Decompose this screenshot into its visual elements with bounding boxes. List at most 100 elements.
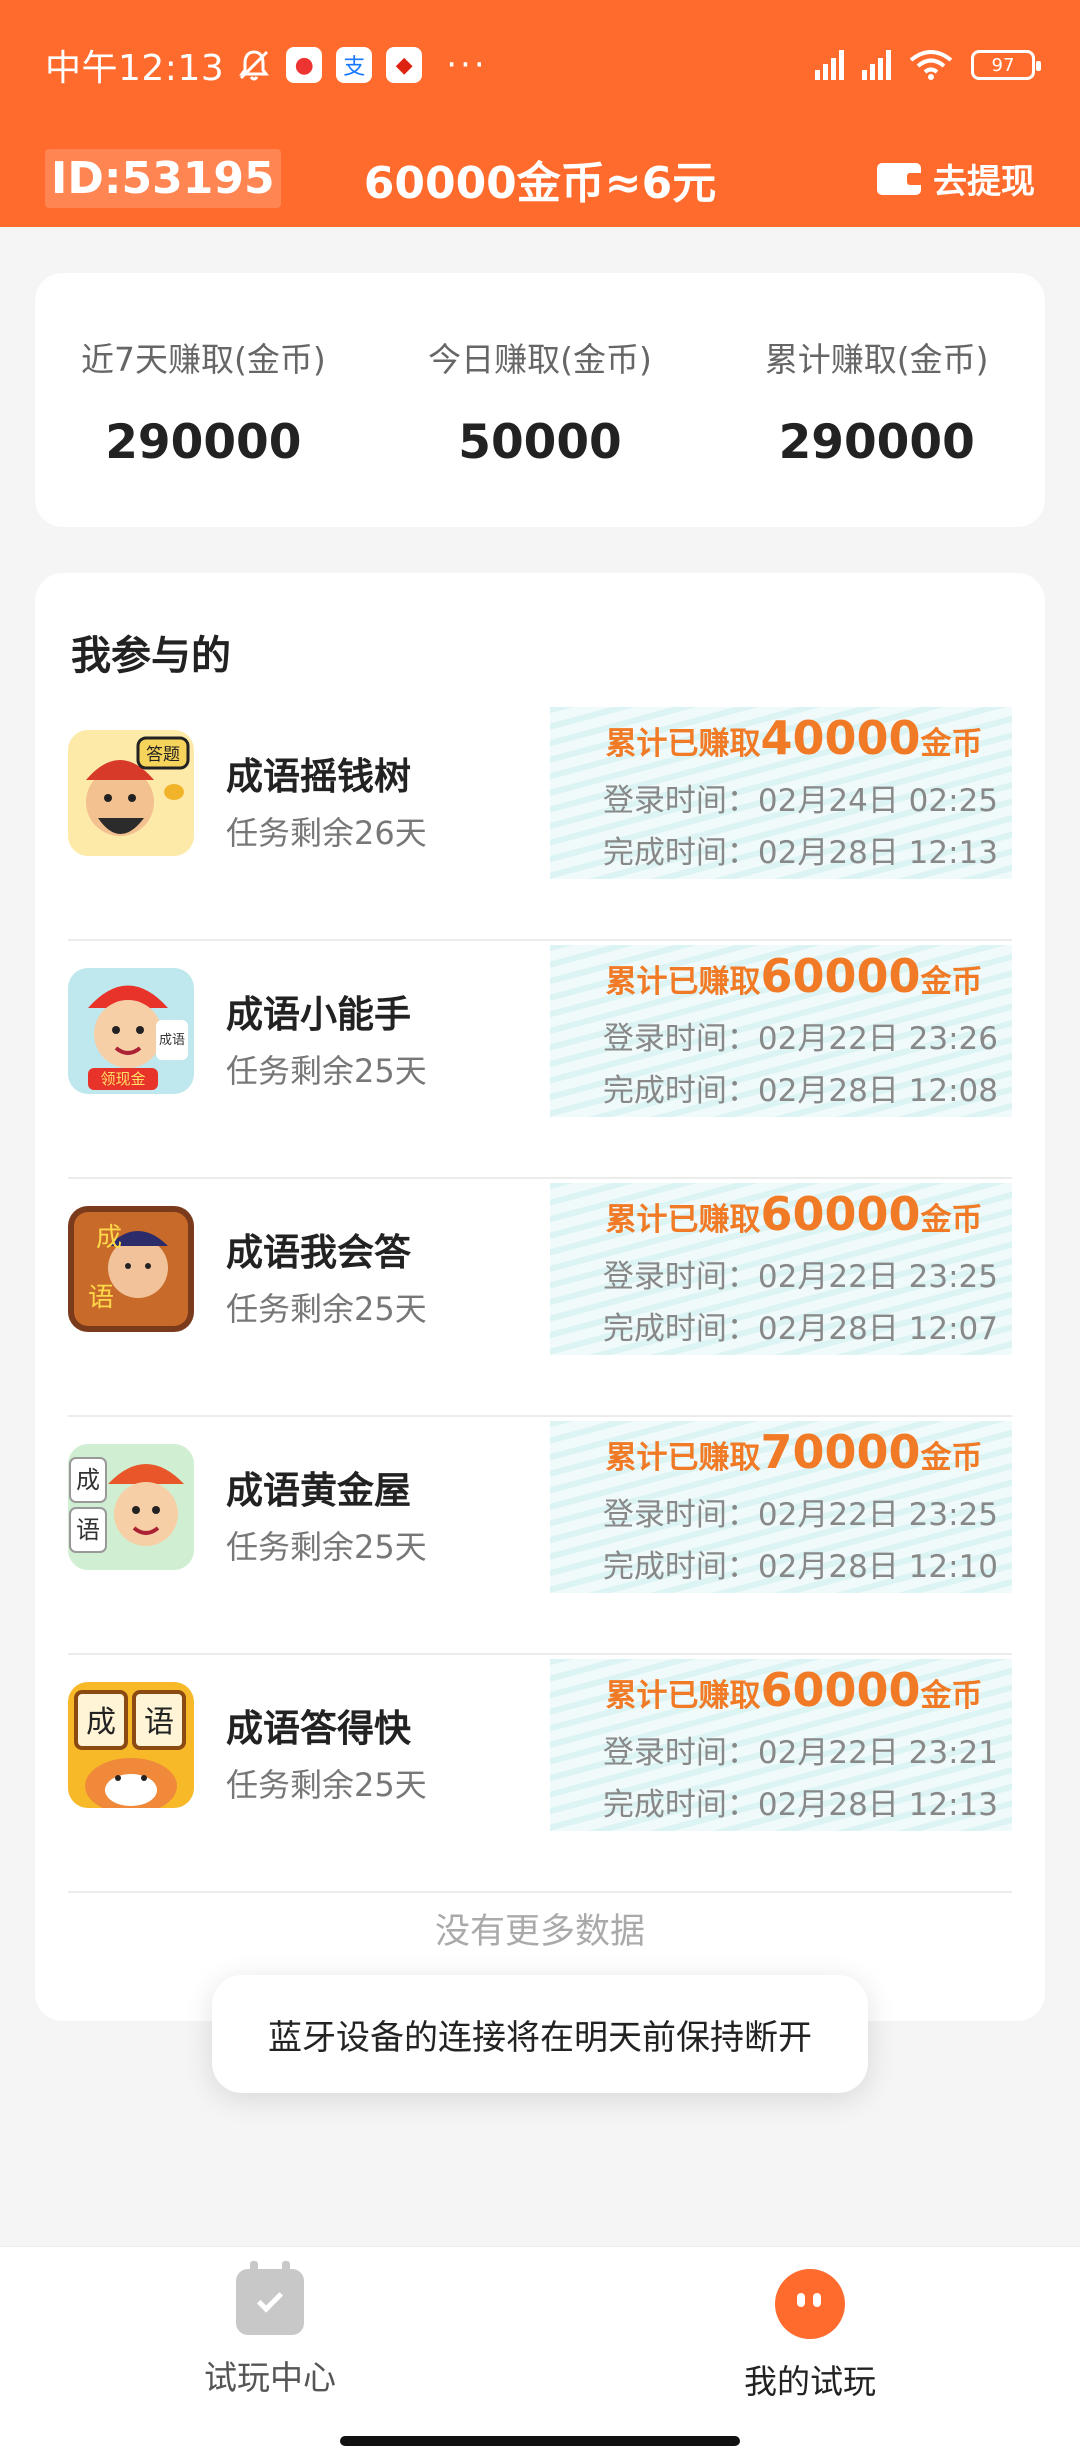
participated-list-card: 我参与的 答题 成语摇钱树 任务剩余26天 累计已赚取40000金币 登录时间：… [35, 573, 1045, 2021]
earn-suffix: 金币 [920, 1202, 983, 1238]
mascot-face-icon [775, 2269, 845, 2339]
login-time: 登录时间：02月22日 23:26 [602, 1021, 998, 1057]
earn-info: 累计已赚取60000金币 登录时间：02月22日 23:21 完成时间：02月2… [550, 1659, 1012, 1831]
status-bar: 中午12:13 ● 支 ◆ ··· 97 [0, 0, 1080, 130]
list-title: 我参与的 [71, 633, 231, 679]
calendar-check-icon [236, 2261, 304, 2335]
svg-text:成: 成 [86, 1705, 116, 1740]
wallet-icon [877, 162, 923, 195]
earn-prefix: 累计已赚取 [605, 964, 761, 1000]
game-name: 成语我会答 [226, 1231, 411, 1274]
bottom-nav: 试玩中心 我的试玩 [0, 2246, 1080, 2420]
game-icon-i-can-answer: 成 语 [68, 1206, 194, 1332]
signal-1-icon [815, 50, 844, 80]
game-icon-little-expert: 领现金 成语 [68, 968, 194, 1094]
earn-suffix: 金币 [920, 726, 983, 762]
svg-text:答题: 答题 [146, 745, 180, 765]
signal-2-icon [862, 50, 891, 80]
complete-time: 完成时间：02月28日 12:13 [602, 835, 998, 871]
nav-label: 试玩中心 [204, 2358, 336, 2397]
earn-suffix: 金币 [920, 964, 983, 1000]
stat-value: 290000 [105, 415, 302, 470]
system-icons: 97 [815, 50, 1041, 80]
list-item[interactable]: 领现金 成语 成语小能手 任务剩余25天 累计已赚取60000金币 登录时间：0… [68, 941, 1012, 1179]
earnings-stats-card: 近7天赚取(金币) 290000 今日赚取(金币) 50000 累计赚取(金币)… [35, 273, 1045, 527]
game-remaining-days: 任务剩余25天 [226, 1290, 427, 1328]
earn-amount: 60000 [760, 949, 921, 1003]
wifi-icon [909, 50, 953, 80]
stat-value: 290000 [778, 415, 975, 470]
svg-text:领现金: 领现金 [100, 1070, 145, 1088]
toast-message: 蓝牙设备的连接将在明天前保持断开 [212, 1975, 868, 2093]
game-remaining-days: 任务剩余25天 [226, 1052, 427, 1090]
map-app-icon: ● [286, 47, 323, 83]
earn-summary: 累计已赚取60000金币 [550, 1659, 998, 1727]
svg-text:成: 成 [96, 1223, 122, 1253]
notification-icons: ● 支 ◆ ··· [236, 45, 487, 85]
stat-value: 50000 [458, 415, 622, 470]
list-item[interactable]: 成 语 成语黄金屋 任务剩余25天 累计已赚取70000金币 登录时间：02月2… [68, 1417, 1012, 1655]
no-more-data: 没有更多数据 [434, 1912, 645, 1952]
game-list: 答题 成语摇钱树 任务剩余26天 累计已赚取40000金币 登录时间：02月24… [68, 703, 1012, 1893]
login-time: 登录时间：02月22日 23:25 [602, 1497, 998, 1533]
list-item[interactable]: 答题 成语摇钱树 任务剩余26天 累计已赚取40000金币 登录时间：02月24… [68, 703, 1012, 941]
earn-info: 累计已赚取60000金币 登录时间：02月22日 23:25 完成时间：02月2… [550, 1183, 1012, 1355]
earn-prefix: 累计已赚取 [605, 1440, 761, 1476]
svg-text:语: 语 [76, 1516, 100, 1544]
earn-amount: 40000 [760, 711, 921, 765]
top-header: 中午12:13 ● 支 ◆ ··· 97 ID:53195 60000金币≈6元… [0, 0, 1080, 227]
more-notifications-icon: ··· [446, 45, 488, 85]
earn-suffix: 金币 [920, 1440, 983, 1476]
header-row: ID:53195 60000金币≈6元 去提现 [0, 130, 1080, 227]
earn-info: 累计已赚取40000金币 登录时间：02月24日 02:25 完成时间：02月2… [550, 707, 1012, 879]
earn-summary: 累计已赚取60000金币 [550, 945, 998, 1013]
game-icon-quick-answer: 成 语 [68, 1682, 194, 1808]
stat-label: 今日赚取(金币) [428, 340, 652, 379]
list-item[interactable]: 成 语 成语答得快 任务剩余25天 累计已赚取60000金币 登录时间：02月2… [68, 1655, 1012, 1893]
game-remaining-days: 任务剩余25天 [226, 1766, 427, 1804]
game-name: 成语摇钱树 [226, 755, 411, 798]
game-name: 成语黄金屋 [226, 1469, 411, 1512]
game-remaining-days: 任务剩余26天 [226, 814, 427, 852]
svg-text:成语: 成语 [159, 1033, 185, 1048]
stat-total: 累计赚取(金币) 290000 [708, 273, 1045, 527]
nav-label: 我的试玩 [744, 2362, 876, 2401]
list-item[interactable]: 成 语 成语我会答 任务剩余25天 累计已赚取60000金币 登录时间：02月2… [68, 1179, 1012, 1417]
game-icon-money-tree: 答题 [68, 730, 194, 856]
battery-level: 97 [991, 54, 1015, 76]
withdraw-button[interactable]: 去提现 [877, 154, 1035, 203]
stat-label: 近7天赚取(金币) [80, 340, 326, 379]
withdraw-label: 去提现 [933, 162, 1035, 202]
battery-icon: 97 [971, 50, 1041, 80]
stat-label: 累计赚取(金币) [764, 340, 989, 379]
earn-amount: 60000 [760, 1663, 921, 1717]
nav-my-trials[interactable]: 我的试玩 [540, 2247, 1080, 2420]
earn-summary: 累计已赚取70000金币 [550, 1421, 998, 1489]
login-time: 登录时间：02月22日 23:21 [602, 1735, 998, 1771]
home-indicator[interactable] [340, 2436, 740, 2446]
complete-time: 完成时间：02月28日 12:13 [602, 1787, 998, 1823]
earn-amount: 60000 [760, 1187, 921, 1241]
game-name: 成语答得快 [226, 1707, 411, 1750]
earn-prefix: 累计已赚取 [605, 1678, 761, 1714]
complete-time: 完成时间：02月28日 12:10 [602, 1549, 998, 1585]
status-time: 中午12:13 [45, 48, 225, 89]
game-name: 成语小能手 [226, 993, 411, 1036]
svg-text:成: 成 [76, 1466, 100, 1494]
login-time: 登录时间：02月24日 02:25 [602, 783, 998, 819]
complete-time: 完成时间：02月28日 12:08 [602, 1073, 998, 1109]
earn-amount: 70000 [760, 1425, 921, 1479]
game-icon-golden-house: 成 语 [68, 1444, 194, 1570]
alipay-app-icon: 支 [336, 47, 373, 83]
bell-muted-icon [239, 50, 270, 81]
nav-trial-center[interactable]: 试玩中心 [0, 2247, 540, 2420]
stat-today: 今日赚取(金币) 50000 [372, 273, 709, 527]
earn-summary: 累计已赚取60000金币 [550, 1183, 998, 1251]
earn-info: 累计已赚取60000金币 登录时间：02月22日 23:26 完成时间：02月2… [550, 945, 1012, 1117]
svg-text:语: 语 [144, 1705, 174, 1740]
svg-text:语: 语 [88, 1283, 114, 1313]
complete-time: 完成时间：02月28日 12:07 [602, 1311, 998, 1347]
stat-7days: 近7天赚取(金币) 290000 [35, 273, 372, 527]
earn-prefix: 累计已赚取 [605, 726, 761, 762]
earn-prefix: 累计已赚取 [605, 1202, 761, 1238]
